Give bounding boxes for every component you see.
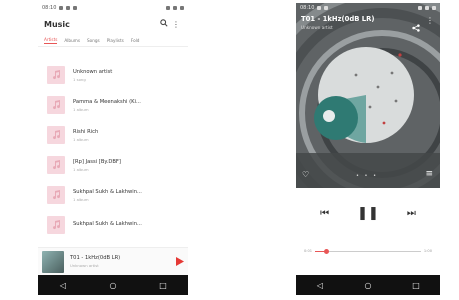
search-icon[interactable] xyxy=(158,19,170,29)
nav-back-icon[interactable]: ◁ xyxy=(53,281,73,290)
artist-name: Sukhpal Sukh & Lakhwin... xyxy=(73,221,142,227)
artist-thumbnail xyxy=(47,216,65,234)
skip-next-icon[interactable]: ⏭ xyxy=(407,208,416,219)
music-note-icon xyxy=(53,130,61,140)
signal-icon xyxy=(173,6,177,10)
app-title: Music xyxy=(44,19,70,29)
system-nav-bar: ◁ ○ □ xyxy=(296,275,440,295)
track-title: T01 - 1kHz(0dB LR) xyxy=(301,15,375,23)
artist-count: 1 album xyxy=(73,166,89,172)
notification-icon xyxy=(73,6,78,10)
artist-name: Sukhpal Sukh & Lakhwin... xyxy=(73,188,142,195)
system-nav-bar: ◁ ○ □ xyxy=(38,275,188,295)
artist-count: 1 album xyxy=(73,136,89,142)
list-item[interactable]: Sukhpal Sukh & Lakhwin... xyxy=(38,210,188,240)
artist-name: Unknown artist xyxy=(73,68,113,75)
artist-thumbnail xyxy=(47,186,65,204)
nav-back-icon[interactable]: ◁ xyxy=(310,281,330,290)
now-playing-screen: 08:10 T01 - 1kHz(0dB LR) Unknown artist … xyxy=(296,3,440,295)
artist-count: 1 album xyxy=(73,106,89,112)
list-item[interactable]: Pamma & Meenakshi (Ki... 1 album xyxy=(38,90,188,120)
list-item[interactable]: [Rp] Jassi [By.DBF] 1 album xyxy=(38,150,188,180)
progress-track[interactable] xyxy=(315,248,421,254)
music-note-icon xyxy=(53,220,61,230)
music-note-icon xyxy=(53,100,61,110)
music-note-icon xyxy=(53,190,61,200)
nav-home-icon[interactable]: ○ xyxy=(103,281,123,290)
nav-recents-icon[interactable]: □ xyxy=(406,281,426,290)
battery-icon xyxy=(180,6,184,10)
track-artist: Unknown artist xyxy=(301,25,333,30)
signal-icon xyxy=(425,6,429,10)
album-art-thumbnail xyxy=(42,250,64,273)
status-bar: 08:10 xyxy=(296,3,440,13)
artist-count: 1 album xyxy=(73,196,89,202)
time-total: 1:00 xyxy=(423,249,432,253)
app-bar: Music ⋮ xyxy=(38,13,188,35)
notification-icon xyxy=(59,6,64,10)
album-art-area: 08:10 T01 - 1kHz(0dB LR) Unknown artist … xyxy=(296,3,440,188)
artist-thumbnail xyxy=(47,96,65,114)
tab-albums[interactable]: Albums xyxy=(64,38,80,43)
more-vert-icon[interactable]: ⋮ xyxy=(170,20,182,29)
play-icon[interactable] xyxy=(172,257,188,266)
skip-previous-icon[interactable]: ⏮ xyxy=(320,208,329,219)
mini-player[interactable]: T01 - 1kHz(0dB LR) Unknown artist xyxy=(38,247,188,275)
list-item[interactable]: Sukhpal Sukh & Lakhwin... 1 album xyxy=(38,180,188,210)
artist-thumbnail xyxy=(47,156,65,174)
artist-name: Pamma & Meenakshi (Ki... xyxy=(73,98,141,105)
nav-recents-icon[interactable]: □ xyxy=(153,281,173,290)
nav-home-icon[interactable]: ○ xyxy=(358,281,378,290)
notification-icon xyxy=(317,6,322,10)
tab-playlists[interactable]: Playlists xyxy=(107,38,124,43)
artist-thumbnail xyxy=(47,126,65,144)
music-note-icon xyxy=(53,160,61,170)
library-screen: 08:10 Music ⋮ Artists Albums Songs Playl… xyxy=(38,3,188,295)
seek-handle[interactable] xyxy=(323,248,329,254)
tab-folders[interactable]: Fold xyxy=(131,38,140,43)
status-time: 08:10 xyxy=(42,5,57,11)
artist-name: [Rp] Jassi [By.DBF] xyxy=(73,158,121,165)
mini-player-artist: Unknown artist xyxy=(70,263,99,268)
mini-player-title: T01 - 1kHz(0dB LR) xyxy=(70,255,121,261)
status-bar: 08:10 xyxy=(38,3,188,13)
playback-controls: ⏮ ❚❚ ⏭ xyxy=(296,206,440,221)
share-icon[interactable] xyxy=(412,17,420,36)
time-elapsed: 0:01 xyxy=(304,249,313,253)
library-tabs: Artists Albums Songs Playlists Fold xyxy=(38,35,188,47)
heart-icon[interactable]: ♡ xyxy=(302,170,309,179)
seek-bar[interactable]: 0:01 1:00 xyxy=(304,247,432,255)
artist-list: Unknown artist 1 song Pamma & Meenakshi … xyxy=(38,60,188,240)
battery-icon xyxy=(432,6,436,10)
wifi-icon xyxy=(418,6,422,10)
artist-thumbnail xyxy=(47,66,65,84)
notification-icon xyxy=(324,6,329,10)
status-time: 08:10 xyxy=(300,5,315,11)
tab-artists[interactable]: Artists xyxy=(44,37,58,44)
pause-icon[interactable]: ❚❚ xyxy=(357,206,379,221)
music-note-icon xyxy=(53,70,61,80)
list-item[interactable]: Rishi Rich 1 album xyxy=(38,120,188,150)
tab-songs[interactable]: Songs xyxy=(87,38,100,43)
more-vert-icon[interactable]: ⋮ xyxy=(426,16,434,25)
page-indicator: • • • xyxy=(356,173,379,179)
artist-name: Rishi Rich xyxy=(73,128,99,135)
artist-count: 1 song xyxy=(73,76,86,82)
wifi-icon xyxy=(166,6,170,10)
list-item[interactable]: Unknown artist 1 song xyxy=(38,60,188,90)
queue-icon[interactable]: ≡ xyxy=(425,169,433,179)
notification-icon xyxy=(66,6,71,10)
